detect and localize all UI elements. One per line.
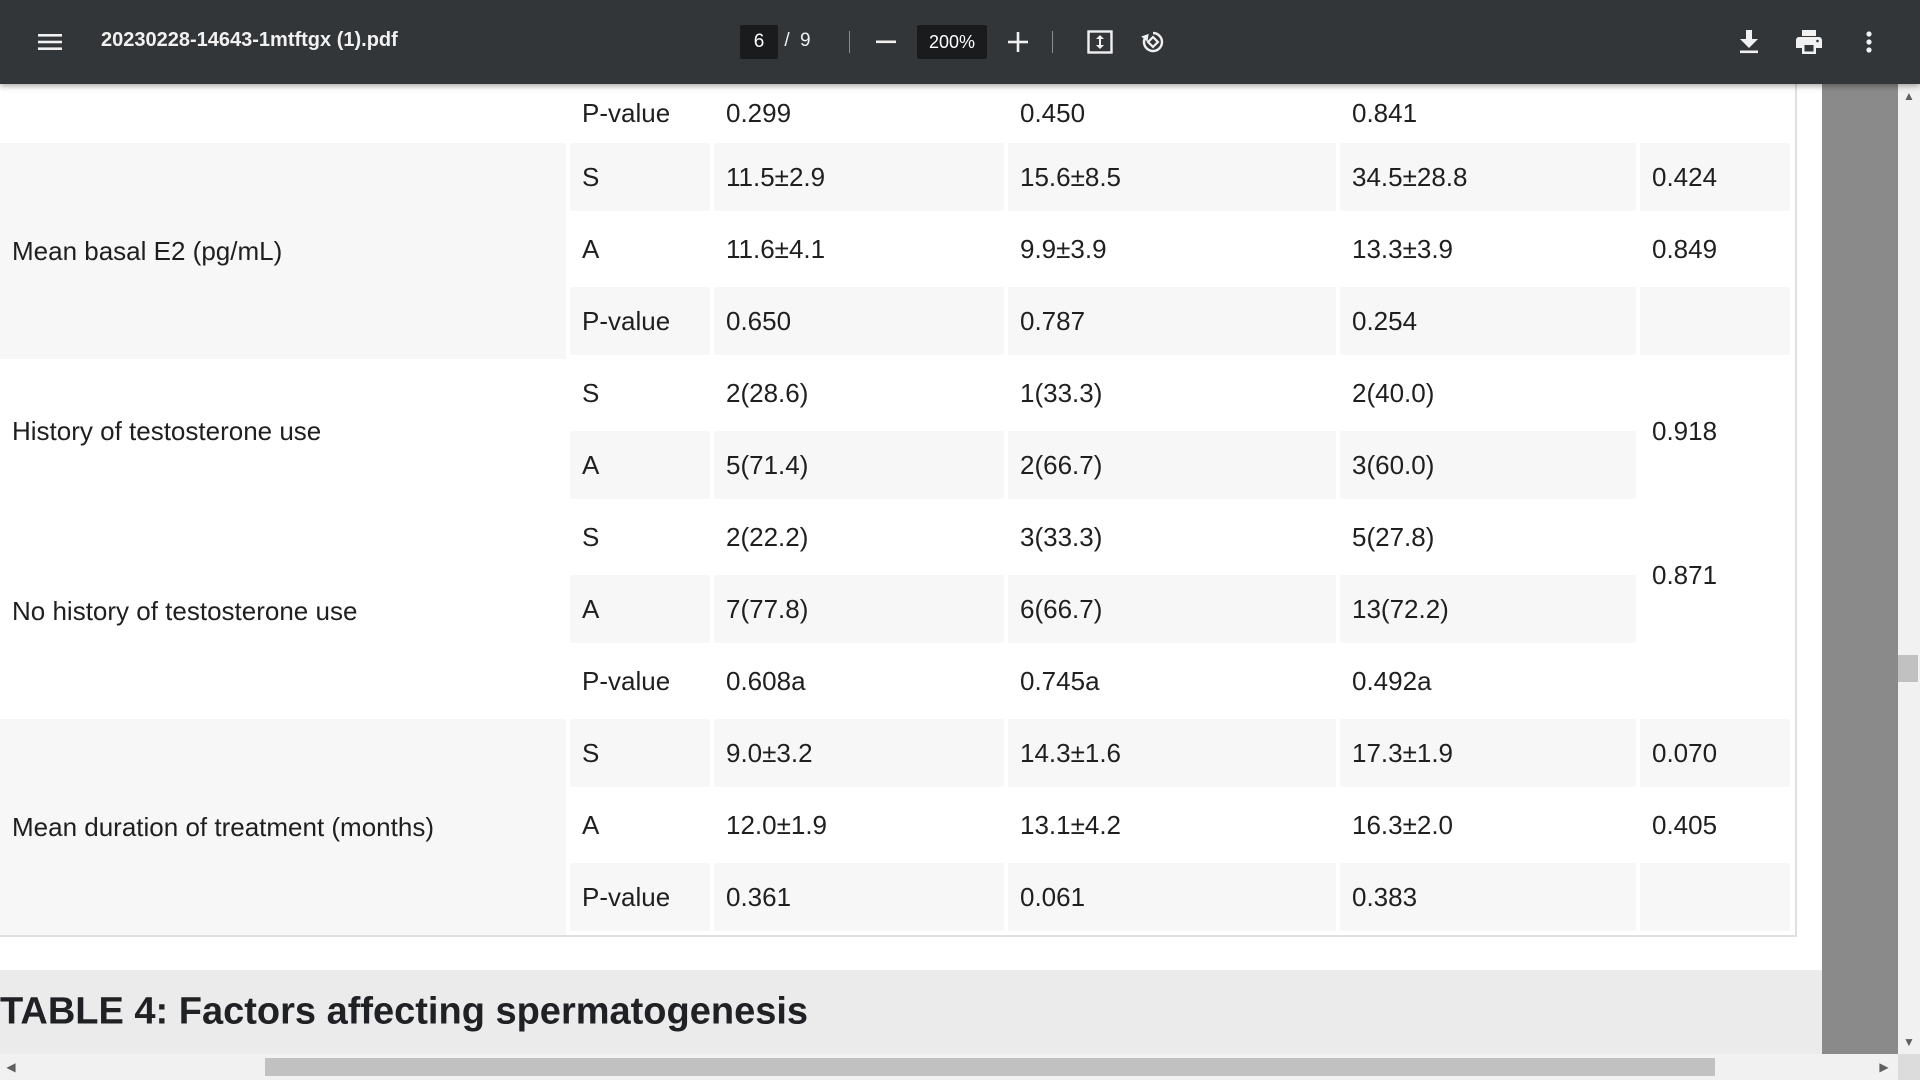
print-button[interactable] xyxy=(1789,22,1829,62)
table-cell: 17.3±1.9 xyxy=(1340,719,1636,787)
fit-to-page-button[interactable] xyxy=(1080,22,1120,62)
table-cell: 0.254 xyxy=(1340,287,1636,355)
zoom-in-button[interactable] xyxy=(1000,24,1036,60)
p-value-cell xyxy=(1640,287,1790,355)
row-label: No history of testosterone use xyxy=(12,595,358,626)
table-cell: 5(71.4) xyxy=(714,431,1004,499)
table-cell: 2(40.0) xyxy=(1352,377,1435,408)
table-cell: 9.9±3.9 xyxy=(1020,233,1107,264)
page-separator: / xyxy=(784,30,790,51)
scroll-up-arrow-icon[interactable]: ▲ xyxy=(1903,90,1915,102)
table-cell: 0.745a xyxy=(1020,665,1100,696)
zoom-level-input[interactable]: 200% xyxy=(917,25,987,59)
table-cell: 6(66.7) xyxy=(1008,575,1336,643)
document-title: 20230228-14643-1mtftgx (1).pdf xyxy=(101,29,398,51)
scroll-right-arrow-icon[interactable]: ▶ xyxy=(1878,1061,1890,1073)
table-cell: 3(33.3) xyxy=(1020,521,1103,552)
group-cell: P-value xyxy=(582,665,671,696)
scroll-left-arrow-icon[interactable]: ◀ xyxy=(5,1061,17,1073)
table-cell: 13(72.2) xyxy=(1340,575,1636,643)
section-title: TABLE 4: Factors affecting spermatogenes… xyxy=(0,990,809,1033)
table-cell: 14.3±1.6 xyxy=(1008,719,1336,787)
p-value-cell xyxy=(1640,863,1790,931)
p-value-cell: 0.405 xyxy=(1652,809,1718,840)
page-number-input[interactable]: 6 xyxy=(740,25,778,59)
table-cell: 0.787 xyxy=(1008,287,1336,355)
table-cell: 0.361 xyxy=(714,863,1004,931)
group-cell: S xyxy=(570,719,710,787)
scrollbar-corner xyxy=(1898,1054,1920,1080)
row-label: History of testosterone use xyxy=(12,415,322,446)
table-cell: 11.5±2.9 xyxy=(714,143,1004,211)
table-cell: 1(33.3) xyxy=(1020,377,1103,408)
horizontal-scroll-thumb[interactable] xyxy=(265,1058,1715,1076)
table-cell: 2(66.7) xyxy=(1008,431,1336,499)
p-value-cell: 0.070 xyxy=(1640,719,1790,787)
download-icon xyxy=(1740,30,1758,54)
document-viewport[interactable]: P-value 0.299 0.450 0.841 Mean basal E2 … xyxy=(0,84,1898,1054)
table-cell: 15.6±8.5 xyxy=(1008,143,1336,211)
vertical-scrollbar[interactable]: ▲ ▼ xyxy=(1898,84,1920,1054)
group-cell: S xyxy=(582,521,600,552)
table-cell: 9.0±3.2 xyxy=(714,719,1004,787)
pdf-toolbar: 20230228-14643-1mtftgx (1).pdf 6 / 9 200… xyxy=(0,0,1920,84)
group-cell: P-value xyxy=(570,863,710,931)
table-cell: 0.450 xyxy=(1020,98,1086,128)
table-cell: 0.650 xyxy=(714,287,1004,355)
table-cell: 5(27.8) xyxy=(1352,521,1435,552)
table-cell: 0.061 xyxy=(1008,863,1336,931)
table-cell: 0.299 xyxy=(726,98,792,128)
print-icon xyxy=(1796,30,1822,54)
fit-page-icon xyxy=(1087,30,1113,54)
pdf-page: P-value 0.299 0.450 0.841 Mean basal E2 … xyxy=(0,84,1822,1054)
page-total: 9 xyxy=(800,30,811,51)
table-cell: 12.0±1.9 xyxy=(726,809,828,840)
group-cell: A xyxy=(570,575,710,643)
table-cell: 16.3±2.0 xyxy=(1352,809,1454,840)
table-cell: 13.3±3.9 xyxy=(1352,233,1454,264)
more-vert-icon xyxy=(1866,31,1872,53)
table-cell: 2(28.6) xyxy=(726,377,809,408)
group-cell: S xyxy=(570,143,710,211)
group-cell: S xyxy=(582,377,600,408)
group-cell: P-value xyxy=(582,98,671,128)
toolbar-divider xyxy=(849,31,850,53)
group-cell: A xyxy=(570,431,710,499)
table-cell: 0.608a xyxy=(726,665,806,696)
p-value-cell: 0.424 xyxy=(1640,143,1790,211)
p-value-cell: 0.871 xyxy=(1652,559,1718,590)
table-cell: 13.1±4.2 xyxy=(1020,809,1122,840)
table-cell: 11.6±4.1 xyxy=(726,233,826,264)
group-cell: A xyxy=(582,809,600,840)
table-cell: 0.383 xyxy=(1340,863,1636,931)
p-value-cell: 0.849 xyxy=(1652,233,1718,264)
table-cell: 3(60.0) xyxy=(1340,431,1636,499)
menu-icon[interactable] xyxy=(30,22,70,62)
row-label: Mean duration of treatment (months) xyxy=(0,719,566,935)
more-options-button[interactable] xyxy=(1849,22,1889,62)
plus-icon xyxy=(1008,32,1028,52)
table-cell: 0.841 xyxy=(1352,98,1418,128)
group-cell: P-value xyxy=(570,287,710,355)
group-cell: A xyxy=(582,233,600,264)
minus-icon xyxy=(876,40,896,44)
download-button[interactable] xyxy=(1729,22,1769,62)
toolbar-divider xyxy=(1052,31,1053,53)
zoom-out-button[interactable] xyxy=(868,24,904,60)
rotate-icon xyxy=(1141,31,1164,53)
table-cell: 0.492a xyxy=(1352,665,1432,696)
data-table: P-value 0.299 0.450 0.841 Mean basal E2 … xyxy=(0,84,1797,937)
rotate-button[interactable] xyxy=(1133,22,1173,62)
p-value-cell: 0.918 xyxy=(1652,415,1718,446)
scroll-down-arrow-icon[interactable]: ▼ xyxy=(1903,1036,1915,1048)
table-cell: 7(77.8) xyxy=(714,575,1004,643)
vertical-scroll-thumb[interactable] xyxy=(1898,655,1918,682)
row-label: Mean basal E2 (pg/mL) xyxy=(0,143,566,359)
table-cell: 34.5±28.8 xyxy=(1340,143,1636,211)
table-cell: 2(22.2) xyxy=(726,521,809,552)
